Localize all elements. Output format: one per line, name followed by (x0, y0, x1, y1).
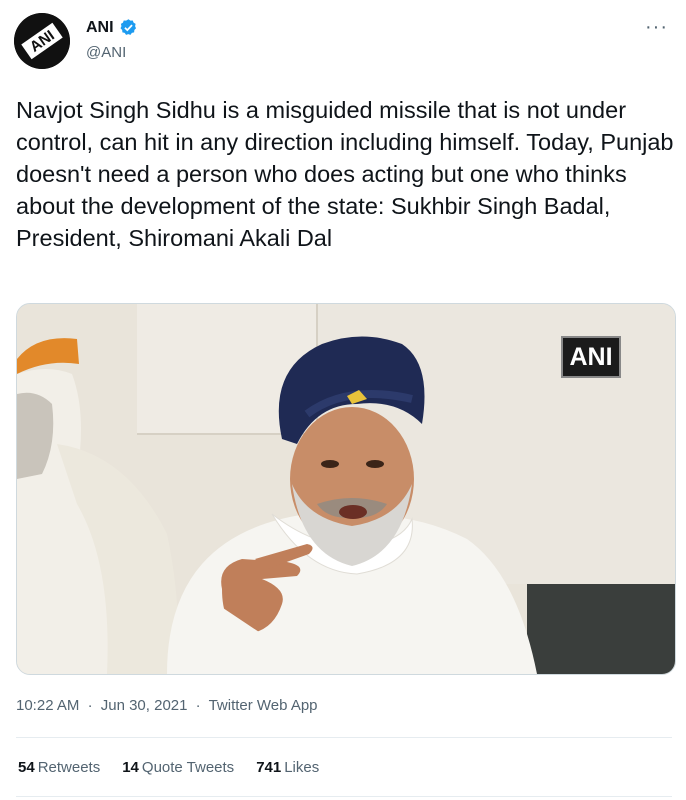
likes-stat[interactable]: 741 Likes (256, 759, 319, 776)
more-options-icon[interactable]: ··· (645, 16, 668, 39)
tweet-metadata: 10:22 AM · Jun 30, 2021 · Twitter Web Ap… (16, 697, 318, 714)
retweets-count: 54 (18, 759, 35, 776)
retweets-label: Retweets (37, 759, 101, 776)
meta-separator: · (195, 697, 201, 714)
tweet-date[interactable]: Jun 30, 2021 (101, 697, 188, 714)
author-name[interactable]: ANI (86, 19, 114, 37)
quote-tweets-count: 14 (122, 759, 139, 776)
meta-separator: · (87, 697, 93, 714)
ani-logo-icon: ANI (14, 13, 70, 69)
tweet-card: ANI ANI @ANI ··· Navjot Singh Sidhu is a… (0, 0, 686, 800)
tweet-source[interactable]: Twitter Web App (209, 697, 318, 714)
verified-badge-icon (119, 18, 138, 37)
retweets-stat[interactable]: 54 Retweets (18, 759, 100, 776)
avatar[interactable]: ANI (14, 13, 70, 69)
quote-tweets-label: Quote Tweets (141, 759, 235, 776)
author-handle[interactable]: @ANI (86, 44, 126, 61)
tweet-photo[interactable]: ANI (16, 303, 676, 675)
tweet-text: Navjot Singh Sidhu is a misguided missil… (16, 97, 674, 251)
tweet-time[interactable]: 10:22 AM (16, 697, 79, 714)
ani-watermark: ANI (561, 336, 621, 378)
author-name-row: ANI (86, 18, 138, 37)
divider (16, 737, 672, 738)
quote-tweets-stat[interactable]: 14 Quote Tweets (122, 759, 234, 776)
likes-count: 741 (256, 759, 282, 776)
divider (16, 796, 672, 797)
engagement-stats: 54 Retweets 14 Quote Tweets 741 Likes (18, 759, 319, 776)
likes-label: Likes (284, 759, 320, 776)
